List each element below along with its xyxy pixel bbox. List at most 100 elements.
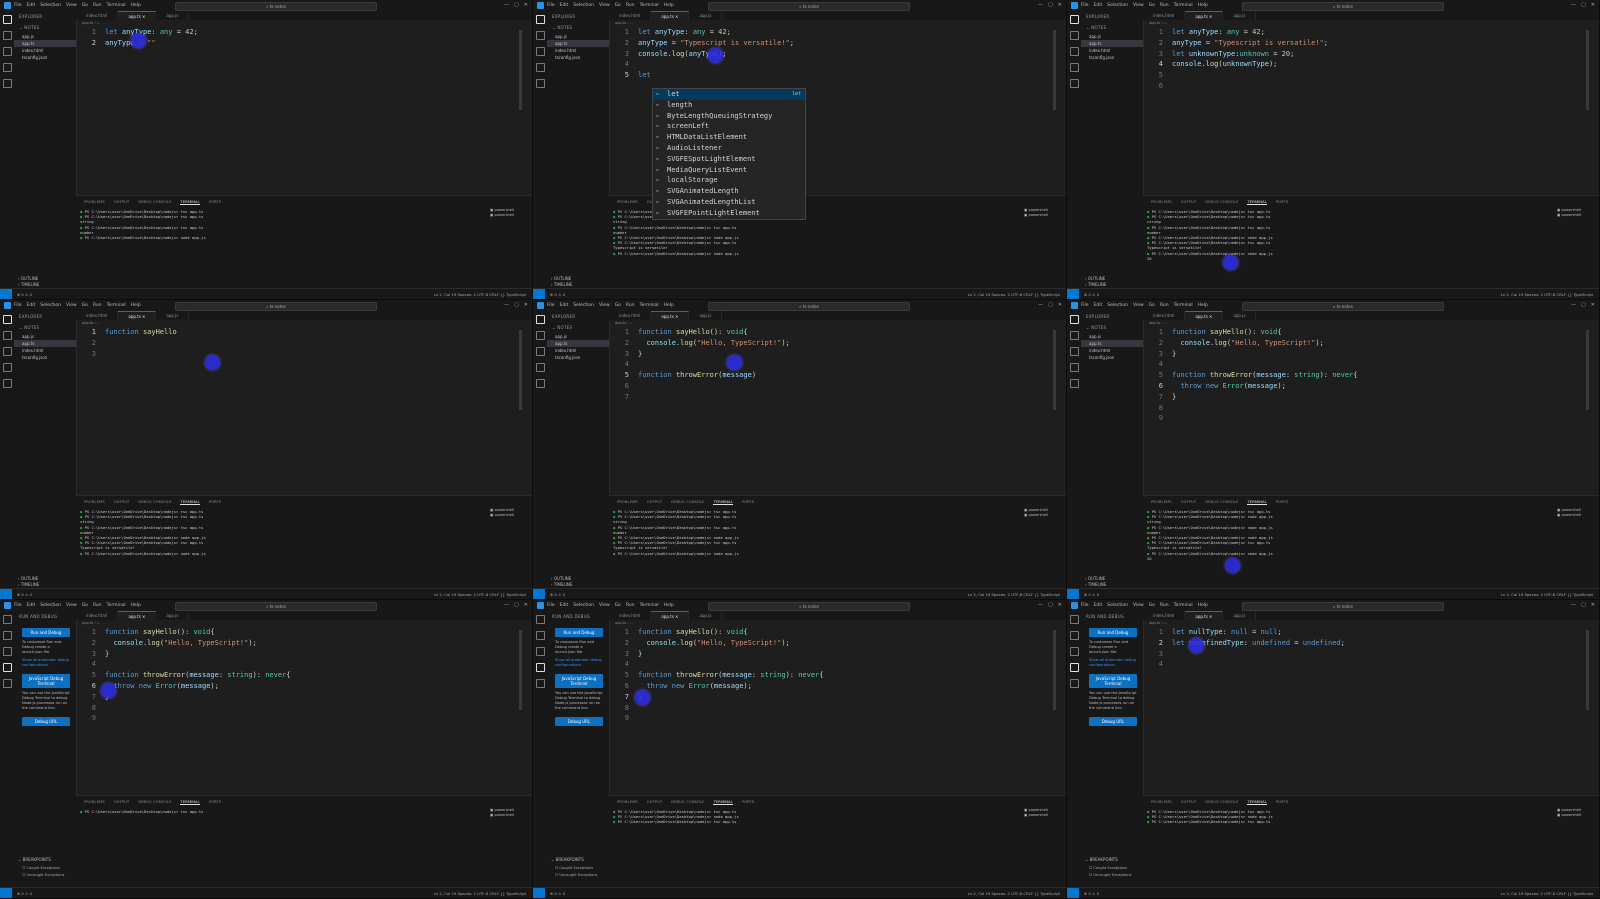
folder-notes[interactable]: ⌄ NOTES: [547, 22, 609, 33]
tab-app-js[interactable]: app.js: [689, 11, 723, 20]
outline-section[interactable]: › OUTLINE: [18, 276, 38, 281]
extensions-icon[interactable]: [1069, 679, 1079, 688]
panel-tab-debug-console[interactable]: DEBUG CONSOLE: [1205, 199, 1238, 205]
menu-item[interactable]: Terminal: [1174, 3, 1193, 8]
file-item[interactable]: tsconfig.json: [547, 54, 609, 61]
panel-tab-problems[interactable]: PROBLEMS: [84, 199, 105, 205]
menu-item[interactable]: Go: [1149, 3, 1155, 8]
menu-item[interactable]: View: [1133, 3, 1144, 8]
menu-item[interactable]: Go: [615, 303, 621, 308]
tab-app-js[interactable]: app.js: [156, 311, 190, 320]
suggest-item[interactable]: localStorage: [653, 175, 805, 186]
close-icon[interactable]: ✕: [1591, 302, 1595, 308]
breakpoints-section[interactable]: ⌄ BREAKPOINTS: [551, 857, 584, 862]
menu-item[interactable]: File: [1081, 3, 1089, 8]
source-control-icon[interactable]: [1069, 47, 1079, 56]
editor-scrollbar[interactable]: [519, 630, 522, 710]
terminal-instance[interactable]: ▣ powershell: [1024, 813, 1062, 818]
tab-index-html[interactable]: index.html: [609, 611, 652, 620]
minimize-icon[interactable]: —: [1038, 302, 1043, 308]
menu-item[interactable]: Selection: [40, 3, 61, 8]
run-debug-icon[interactable]: [535, 363, 545, 372]
maximize-icon[interactable]: ▢: [514, 602, 519, 608]
remote-indicator-icon[interactable]: [0, 589, 12, 599]
command-center-search[interactable]: ⌕ ts-notes: [175, 602, 377, 611]
folder-notes[interactable]: ⌄ NOTES: [1081, 22, 1143, 33]
debug-config-link[interactable]: Show all automatic debug configurations.: [22, 658, 70, 668]
minimize-icon[interactable]: —: [1038, 602, 1043, 608]
menu-item[interactable]: Run: [626, 303, 635, 308]
tab-app-js[interactable]: app.js: [689, 311, 723, 320]
menu-item[interactable]: View: [1133, 303, 1144, 308]
command-center-search[interactable]: ⌕ ts-notes: [175, 2, 377, 11]
breakpoint-caught[interactable]: ☐ Caught Exceptions: [1089, 866, 1127, 870]
menu-item[interactable]: View: [599, 603, 610, 608]
breakpoint-caught[interactable]: ☐ Caught Exceptions: [555, 866, 593, 870]
suggest-item[interactable]: SVGFEPointLightElement: [653, 208, 805, 219]
timeline-section[interactable]: › TIMELINE: [1085, 582, 1106, 587]
panel-tab-ports[interactable]: PORTS: [209, 199, 221, 205]
menu-item[interactable]: View: [66, 303, 77, 308]
remote-indicator-icon[interactable]: [1067, 888, 1079, 898]
code-editor[interactable]: 1 let anyType: any = 42; 2 anyType = "Types…: [1143, 27, 1591, 193]
problems-status[interactable]: ⊗ 0 ⚠ 0: [1084, 592, 1099, 597]
panel-tab-ports[interactable]: PORTS: [1276, 199, 1288, 205]
suggest-item[interactable]: ByteLengthQueuingStrategy: [653, 111, 805, 122]
maximize-icon[interactable]: ▢: [1581, 2, 1586, 8]
command-center-search[interactable]: ⌕ ts-notes: [1242, 302, 1444, 311]
terminal-output[interactable]: ● PS C:\Users\user\OneDrive\Desktop\node…: [609, 808, 1066, 826]
editor-status[interactable]: Ln 2, Col 19 Spaces: 2 UTF-8 CRLF {} Typ…: [434, 592, 526, 597]
close-icon[interactable]: ✕: [1058, 602, 1062, 608]
menu-item[interactable]: Selection: [573, 3, 594, 8]
menu-item[interactable]: Run: [93, 603, 102, 608]
editor-scrollbar[interactable]: [519, 30, 522, 110]
breadcrumb[interactable]: app.ts › ...: [1149, 321, 1167, 325]
panel-tab-problems[interactable]: PROBLEMS: [617, 499, 638, 505]
breadcrumb[interactable]: app.ts › ...: [1149, 21, 1167, 25]
panel-tab-problems[interactable]: PROBLEMS: [1151, 499, 1172, 505]
suggest-item[interactable]: screenLeft: [653, 121, 805, 132]
debug-url-button[interactable]: Debug URL: [22, 717, 70, 726]
panel-tab-problems[interactable]: PROBLEMS: [84, 799, 105, 805]
code-editor[interactable]: 1 function sayHello(): void{2 console.log…: [1143, 327, 1591, 493]
file-item[interactable]: index.html: [14, 347, 76, 354]
outline-section[interactable]: › OUTLINE: [551, 276, 571, 281]
menu-item[interactable]: Edit: [27, 603, 36, 608]
tab-index-html[interactable]: index.html: [609, 311, 652, 320]
command-center-search[interactable]: ⌕ ts-notes: [708, 2, 910, 11]
file-item[interactable]: index.html: [1081, 347, 1143, 354]
editor-scrollbar[interactable]: [1586, 30, 1589, 110]
menu-item[interactable]: Selection: [1107, 3, 1128, 8]
timeline-section[interactable]: › TIMELINE: [551, 582, 572, 587]
panel-tab-debug-console[interactable]: DEBUG CONSOLE: [138, 499, 171, 505]
editor-status[interactable]: Ln 2, Col 19 Spaces: 2 UTF-8 CRLF {} Typ…: [1501, 292, 1593, 297]
close-icon[interactable]: ✕: [524, 602, 528, 608]
panel-tab-debug-console[interactable]: DEBUG CONSOLE: [671, 799, 704, 805]
maximize-icon[interactable]: ▢: [1048, 602, 1053, 608]
file-item[interactable]: index.html: [547, 347, 609, 354]
terminal-instance[interactable]: ▣ powershell: [490, 513, 528, 518]
menu-item[interactable]: View: [66, 603, 77, 608]
menu-item[interactable]: Help: [131, 303, 141, 308]
editor-scrollbar[interactable]: [1586, 630, 1589, 710]
menu-item[interactable]: Terminal: [640, 603, 659, 608]
editor-scrollbar[interactable]: [519, 330, 522, 410]
file-item[interactable]: app.js: [547, 33, 609, 40]
tab-app-js[interactable]: app.js: [1223, 311, 1257, 320]
editor-status[interactable]: Ln 2, Col 19 Spaces: 2 UTF-8 CRLF {} Typ…: [434, 891, 526, 896]
file-item[interactable]: app.js: [14, 333, 76, 340]
problems-status[interactable]: ⊗ 0 ⚠ 0: [550, 292, 565, 297]
panel-tab-output[interactable]: OUTPUT: [114, 499, 129, 505]
suggest-widget[interactable]: letletlengthByteLengthQueuingStrategyscr…: [652, 88, 806, 220]
breakpoint-uncaught[interactable]: ☐ Uncaught Exceptions: [555, 873, 597, 877]
run-debug-icon[interactable]: [2, 663, 12, 672]
menu-item[interactable]: Run: [1160, 303, 1169, 308]
extensions-icon[interactable]: [535, 379, 545, 388]
close-icon[interactable]: ✕: [1591, 602, 1595, 608]
search-icon[interactable]: [2, 31, 12, 40]
problems-status[interactable]: ⊗ 0 ⚠ 0: [17, 292, 32, 297]
panel-tab-output[interactable]: OUTPUT: [1181, 799, 1196, 805]
tab-index-html[interactable]: index.html: [1143, 611, 1186, 620]
menu-item[interactable]: View: [1133, 603, 1144, 608]
source-control-icon[interactable]: [2, 647, 12, 656]
